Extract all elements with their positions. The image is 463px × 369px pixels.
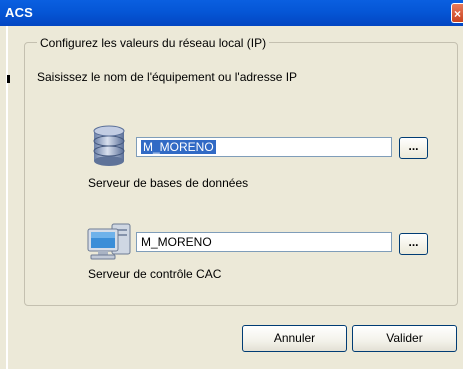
database-icon bbox=[93, 125, 125, 166]
cancel-button[interactable]: Annuler bbox=[242, 325, 347, 352]
cac-server-input[interactable]: M_MORENO bbox=[136, 232, 392, 252]
cac-server-value: M_MORENO bbox=[141, 235, 212, 249]
database-server-input[interactable]: M_MORENO bbox=[136, 137, 392, 157]
group-legend: Configurez les valeurs du réseau local (… bbox=[37, 36, 270, 50]
database-server-value: M_MORENO bbox=[141, 140, 216, 154]
window-title: ACS bbox=[5, 5, 34, 20]
instruction-text: Saisissez le nom de l'équipement ou l'ad… bbox=[37, 70, 298, 84]
cac-server-label: Serveur de contrôle CAC bbox=[88, 267, 222, 281]
cac-browse-button[interactable]: ... bbox=[399, 233, 428, 255]
close-button[interactable]: × bbox=[451, 3, 463, 23]
edge-marker bbox=[7, 75, 10, 83]
database-server-label: Serveur de bases de données bbox=[88, 176, 249, 190]
title-bar[interactable]: ACS × bbox=[0, 0, 463, 26]
computer-icon bbox=[87, 223, 131, 260]
ok-button[interactable]: Valider bbox=[352, 325, 457, 352]
database-browse-button[interactable]: ... bbox=[399, 137, 428, 159]
